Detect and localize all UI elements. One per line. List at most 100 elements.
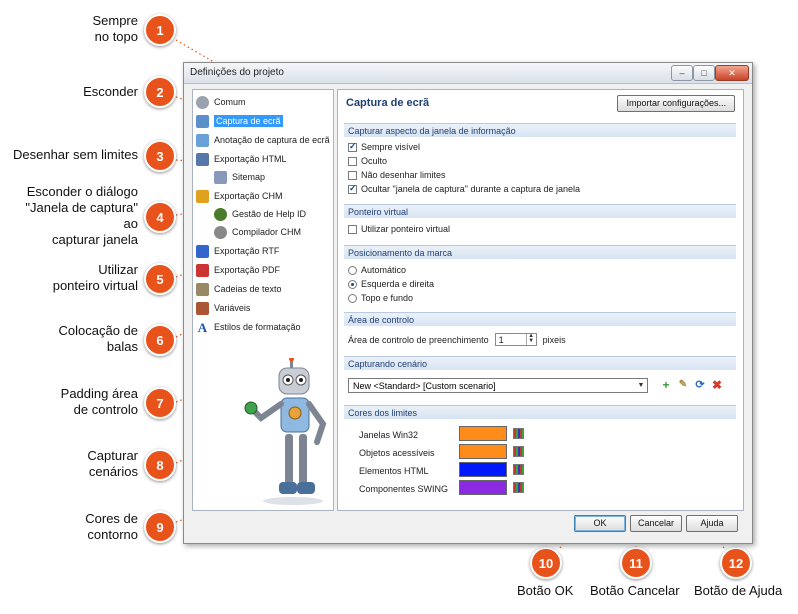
palette-icon[interactable] xyxy=(513,446,524,457)
edit-scenario-icon[interactable]: ✎ xyxy=(676,378,690,392)
padding-unit: pixeis xyxy=(542,334,566,345)
tree-item-captura-de-ecra[interactable]: Captura de ecrã xyxy=(196,113,283,129)
help-button[interactable]: Ajuda xyxy=(686,515,738,532)
tree-item-estilos[interactable]: A Estilos de formatação xyxy=(196,319,301,335)
option-no-borders[interactable]: Não desenhar limites xyxy=(348,170,446,180)
tree-item-sitemap[interactable]: Sitemap xyxy=(214,169,265,185)
variables-icon xyxy=(196,301,209,315)
text-strings-icon xyxy=(196,282,209,296)
section-marker-position: Posicionamento da marca xyxy=(344,245,736,259)
color-label-accessible: Objetos acessíveis xyxy=(359,448,435,458)
hide-capture-window-checkbox[interactable] xyxy=(348,183,357,194)
callout-badge-11: 11 xyxy=(620,547,652,579)
formatting-styles-icon: A xyxy=(196,319,209,335)
tree-item-exportacao-html[interactable]: Exportação HTML xyxy=(196,151,287,167)
callout-label-6: Colocação de balas xyxy=(58,323,139,354)
minimize-button[interactable]: – xyxy=(671,65,693,81)
callout-badge-2: 2 xyxy=(144,76,176,108)
delete-scenario-icon[interactable]: ✖ xyxy=(710,378,724,392)
callout-label-11: Botão Cancelar xyxy=(590,583,680,598)
close-button[interactable]: ✕ xyxy=(715,65,749,81)
add-scenario-icon[interactable]: + xyxy=(659,378,673,392)
panel-title: Captura de ecrã xyxy=(346,97,430,109)
option-hide-capture-window[interactable]: Ocultar "janela de captura" durante a ca… xyxy=(348,183,580,194)
callout-label-9: Cores de contorno xyxy=(85,511,138,542)
padding-label: Área de controlo de preenchimento xyxy=(348,334,489,345)
maximize-button[interactable]: □ xyxy=(693,65,715,81)
option-hidden[interactable]: Oculto xyxy=(348,156,387,166)
ok-button[interactable]: OK xyxy=(574,515,626,532)
robot-mascot-illustration xyxy=(244,358,327,505)
pdf-export-icon xyxy=(196,263,209,277)
color-swatch-swing[interactable] xyxy=(459,480,507,495)
html-export-icon xyxy=(196,152,209,166)
callout-badge-7: 7 xyxy=(144,387,176,419)
screen-capture-icon xyxy=(196,114,209,128)
chm-export-icon xyxy=(196,189,209,203)
refresh-scenario-icon[interactable]: ⟳ xyxy=(693,378,707,392)
screen-capture-panel: Captura de ecrã Importar configurações..… xyxy=(337,89,744,511)
settings-tree: Comum Captura de ecrã Anotação de captur… xyxy=(192,89,334,511)
tree-item-variaveis[interactable]: Variáveis xyxy=(196,300,250,316)
gear-icon xyxy=(196,95,209,109)
callout-badge-1: 1 xyxy=(144,14,176,46)
tree-item-help-id[interactable]: Gestão de Help ID xyxy=(214,206,306,222)
tree-item-cadeias-de-texto[interactable]: Cadeias de texto xyxy=(196,281,282,297)
callout-label-12: Botão de Ajuda xyxy=(694,583,783,598)
stepper-arrows-icon[interactable]: ▲ ▼ xyxy=(525,333,536,345)
palette-icon[interactable] xyxy=(513,464,524,475)
callout-label-1: Sempre no topo xyxy=(92,13,138,44)
help-id-icon xyxy=(214,207,227,221)
callout-label-4: Esconder o diálogo "Janela de captura" a… xyxy=(25,184,138,247)
option-automatic[interactable]: Automático xyxy=(348,265,406,275)
padding-stepper[interactable]: 1 ▲ ▼ xyxy=(494,333,537,346)
dialog-title: Definições do projeto xyxy=(190,67,284,78)
option-virtual-pointer[interactable]: Utilizar ponteiro virtual xyxy=(348,224,450,234)
no-borders-checkbox[interactable] xyxy=(348,170,357,180)
tree-item-exportacao-chm[interactable]: Exportação CHM xyxy=(196,188,283,204)
callout-label-8: Capturar cenários xyxy=(87,448,138,479)
tree-item-comum[interactable]: Comum xyxy=(196,94,246,110)
chevron-down-icon[interactable]: ▼ xyxy=(635,379,647,392)
callout-badge-4: 4 xyxy=(144,201,176,233)
dialog-titlebar[interactable]: Definições do projeto – □ ✕ xyxy=(184,63,752,84)
color-swatch-win32[interactable] xyxy=(459,426,507,441)
callout-badge-12: 12 xyxy=(720,547,752,579)
sitemap-icon xyxy=(214,170,227,184)
color-swatch-accessible[interactable] xyxy=(459,444,507,459)
automatic-radio[interactable] xyxy=(348,265,357,275)
compiler-icon xyxy=(214,225,227,239)
left-right-radio[interactable] xyxy=(348,279,357,289)
section-control-area: Área de controlo xyxy=(344,312,736,326)
option-always-visible[interactable]: Sempre visível xyxy=(348,141,420,152)
tree-item-compilador-chm[interactable]: Compilador CHM xyxy=(214,224,301,240)
cancel-button[interactable]: Cancelar xyxy=(630,515,682,532)
import-settings-button[interactable]: Importar configurações... xyxy=(617,95,735,112)
tree-item-anotacao[interactable]: Anotação de captura de ecrã xyxy=(196,132,330,148)
callout-label-10: Botão OK xyxy=(517,583,574,598)
tree-item-exportacao-rtf[interactable]: Exportação RTF xyxy=(196,243,279,259)
option-left-right[interactable]: Esquerda e direita xyxy=(348,279,434,289)
callout-badge-5: 5 xyxy=(144,263,176,295)
callout-badge-3: 3 xyxy=(144,140,176,172)
padding-row: Área de controlo de preenchimento 1 ▲ ▼ pi… xyxy=(348,333,566,346)
hidden-checkbox[interactable] xyxy=(348,156,357,166)
scenario-select[interactable]: New <Standard> [Custom scenario] ▼ xyxy=(348,378,648,393)
virtual-pointer-checkbox[interactable] xyxy=(348,224,357,234)
callout-label-3: Desenhar sem limites xyxy=(13,147,138,162)
palette-icon[interactable] xyxy=(513,428,524,439)
palette-icon[interactable] xyxy=(513,482,524,493)
rtf-export-icon xyxy=(196,244,209,258)
top-bottom-radio[interactable] xyxy=(348,293,357,303)
color-swatch-html[interactable] xyxy=(459,462,507,477)
always-visible-checkbox[interactable] xyxy=(348,141,357,152)
tree-item-exportacao-pdf[interactable]: Exportação PDF xyxy=(196,262,280,278)
color-label-swing: Componentes SWING xyxy=(359,484,449,494)
option-top-bottom[interactable]: Topo e fundo xyxy=(348,293,413,303)
section-scenario: Capturando cenário xyxy=(344,356,736,370)
callout-badge-9: 9 xyxy=(144,511,176,543)
project-settings-dialog: Definições do projeto – □ ✕ Comum Captur… xyxy=(183,62,753,544)
callout-label-5: Utilizar ponteiro virtual xyxy=(52,262,138,293)
callout-label-2: Esconder xyxy=(83,84,138,99)
color-label-win32: Janelas Win32 xyxy=(359,430,419,440)
